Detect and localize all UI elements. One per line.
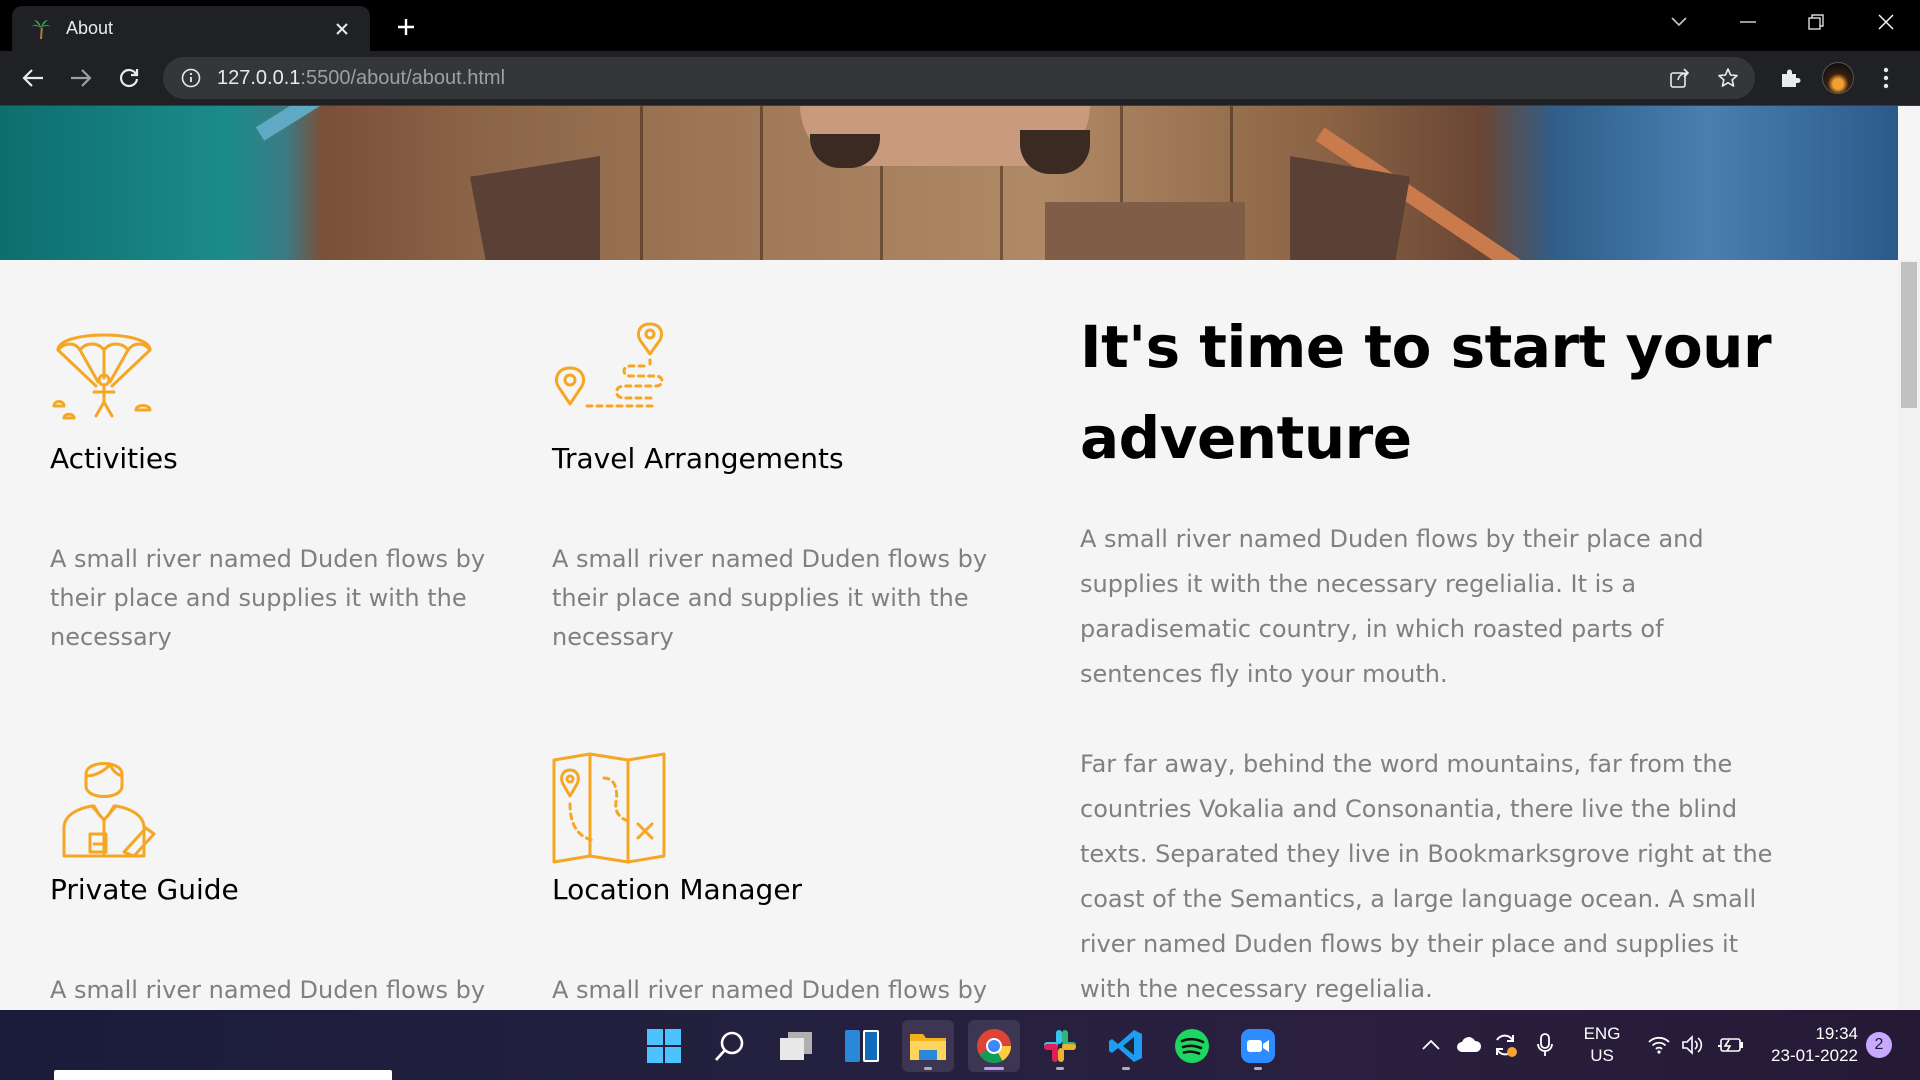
feature-description: A small river named Duden flows by their…: [50, 545, 486, 651]
reload-icon[interactable]: [110, 59, 148, 97]
page-scrollbar[interactable]: [1898, 260, 1920, 1010]
language-indicator[interactable]: ENG US: [1572, 1010, 1632, 1080]
clock-time: 19:34: [1815, 1024, 1858, 1043]
windows-start-icon[interactable]: [638, 1020, 690, 1072]
about-paragraph-1: A small river named Duden flows by their…: [1080, 525, 1704, 688]
active-indicator: [984, 1067, 1004, 1070]
folded-map-icon: [552, 752, 672, 872]
clock[interactable]: 19:34 23-01-2022: [1758, 1010, 1858, 1080]
wifi-icon[interactable]: [1644, 1010, 1674, 1080]
onedrive-cloud-icon[interactable]: [1452, 1010, 1486, 1080]
restore-icon[interactable]: [1782, 0, 1850, 44]
url-host: 127.0.0.1: [217, 66, 301, 89]
url-path: :5500/about/about.html: [300, 66, 506, 89]
feature-title: Private Guide: [50, 873, 239, 906]
about-paragraph-2: Far far away, behind the word mountains,…: [1080, 750, 1773, 1003]
notification-center[interactable]: 2: [1864, 1010, 1894, 1080]
running-indicator: [1056, 1067, 1064, 1070]
minimize-icon[interactable]: [1714, 0, 1782, 44]
volume-icon[interactable]: [1678, 1010, 1708, 1080]
feature-title: Activities: [50, 442, 178, 475]
notification-count-badge: 2: [1866, 1032, 1892, 1058]
running-indicator: [1254, 1067, 1262, 1070]
vscode-icon[interactable]: [1100, 1020, 1152, 1072]
windows-taskbar: ENG US 19:34 23-01-2022 2: [0, 1010, 1920, 1080]
close-window-icon[interactable]: [1852, 0, 1920, 44]
file-explorer-icon[interactable]: [902, 1020, 954, 1072]
slack-icon[interactable]: [1034, 1020, 1086, 1072]
clock-date: 23-01-2022: [1771, 1046, 1858, 1065]
search-icon[interactable]: [704, 1020, 756, 1072]
tab-strip: About: [0, 0, 1920, 51]
about-headline: It's time to start your adventure: [1080, 313, 1772, 472]
bookmark-star-icon[interactable]: [1711, 61, 1745, 95]
tab-search-chevron-icon[interactable]: [1645, 0, 1713, 44]
more-menu-icon[interactable]: [1868, 60, 1904, 96]
feature-travel-arrangements: [552, 320, 1012, 440]
new-tab-plus-icon[interactable]: [390, 11, 422, 43]
task-view-icon[interactable]: [770, 1020, 822, 1072]
zoom-icon[interactable]: [1232, 1020, 1284, 1072]
guide-person-icon: [50, 752, 170, 872]
tab-title: About: [66, 18, 114, 38]
running-indicator: [924, 1067, 932, 1070]
close-tab-icon[interactable]: [328, 15, 356, 43]
feature-description: A small river named Duden flows by their…: [552, 545, 988, 651]
widgets-icon[interactable]: [836, 1020, 888, 1072]
window-preview-thumbnail: [54, 1070, 392, 1080]
extensions-puzzle-icon[interactable]: [1772, 60, 1808, 96]
feature-title: Location Manager: [552, 873, 803, 906]
feature-title: Travel Arrangements: [552, 442, 844, 475]
chrome-icon[interactable]: [968, 1020, 1020, 1072]
feature-description: A small river named Duden flows by: [552, 976, 988, 1004]
back-arrow-icon[interactable]: [14, 59, 52, 97]
microphone-icon[interactable]: [1528, 1010, 1562, 1080]
parachute-icon: [50, 320, 170, 440]
profile-avatar[interactable]: [1820, 60, 1856, 96]
feature-activities: [50, 320, 510, 440]
route-pin-icon: [552, 320, 672, 440]
sync-icon[interactable]: [1488, 1010, 1522, 1080]
feature-description: A small river named Duden flows by: [50, 976, 486, 1004]
about-services-section: Activities A small river named Duden flo…: [0, 260, 1898, 1010]
show-hidden-icons-chevron-icon[interactable]: [1416, 1010, 1446, 1080]
site-info-icon[interactable]: [179, 66, 203, 90]
language-code: ENG: [1583, 1024, 1621, 1043]
feature-location-manager: [552, 752, 1012, 872]
browser-tab-about[interactable]: About: [12, 6, 370, 51]
address-bar[interactable]: 127.0.0.1:5500/about/about.html: [163, 57, 1755, 99]
scrollbar-thumb[interactable]: [1901, 262, 1917, 408]
battery-icon[interactable]: [1714, 1010, 1748, 1080]
browser-toolbar: 127.0.0.1:5500/about/about.html: [0, 51, 1920, 106]
palm-tree-favicon-icon: [28, 16, 54, 42]
keyboard-region: US: [1590, 1046, 1614, 1065]
spotify-icon[interactable]: [1166, 1020, 1218, 1072]
hero-boat-image: [0, 106, 1898, 260]
share-icon[interactable]: [1663, 61, 1697, 95]
running-indicator: [1122, 1067, 1130, 1070]
forward-arrow-icon[interactable]: [62, 59, 100, 97]
feature-private-guide: [50, 752, 510, 872]
